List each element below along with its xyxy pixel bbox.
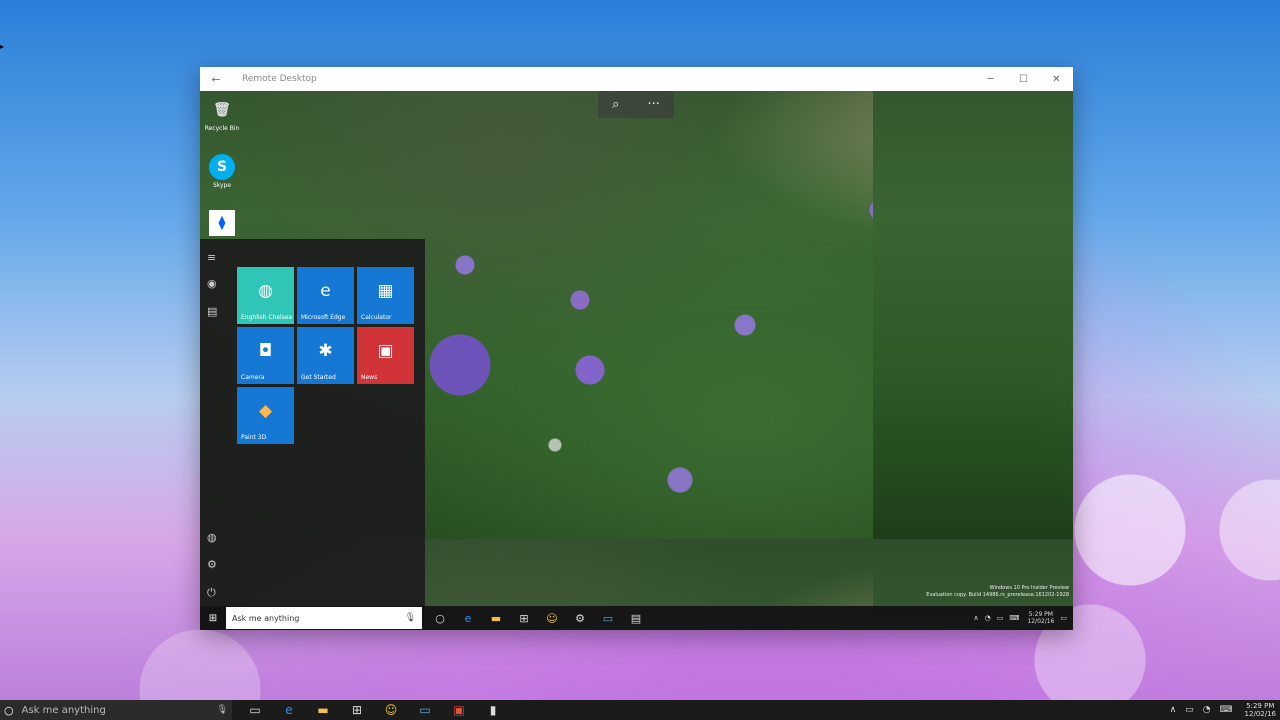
tile-label: Microsoft Edge bbox=[301, 314, 346, 321]
globe-tile-icon: ◍ bbox=[258, 281, 273, 301]
microphone-icon[interactable]: 🎙 bbox=[405, 613, 416, 623]
host-taskbar: ○ Ask me anything 🎙 ▭ e ▬ ⊞ ☺ ▭ ▣ ▮ ∧ ▭ … bbox=[0, 700, 1280, 720]
store-icon[interactable]: ⊞ bbox=[510, 612, 538, 625]
all-apps-icon[interactable]: ▤ bbox=[207, 305, 217, 318]
tile-enghlish-chelsea[interactable]: ◍ Enghlish Chelsea bbox=[237, 267, 294, 324]
volume-icon[interactable]: ▭ bbox=[997, 614, 1004, 622]
desktop-icon-label: Recycle Bin bbox=[204, 125, 240, 132]
edge-icon[interactable]: e bbox=[272, 703, 306, 717]
emoji-app-icon[interactable]: ☺ bbox=[374, 703, 408, 717]
desktop-icon-label: Skype bbox=[212, 182, 232, 189]
user-avatar-icon[interactable]: ◉ bbox=[207, 277, 217, 290]
remote-search-box[interactable]: Ask me anything 🎙 bbox=[226, 607, 422, 629]
power-icon[interactable]: ⏻ bbox=[207, 586, 216, 600]
remote-desktop-icon[interactable]: ▭ bbox=[594, 612, 622, 625]
camera-icon: ◘ bbox=[258, 341, 273, 361]
tile-microsoft-edge[interactable]: e Microsoft Edge bbox=[297, 267, 354, 324]
skype-icon: S bbox=[209, 154, 235, 180]
task-view-icon[interactable]: ○ bbox=[426, 612, 454, 625]
app-icon[interactable]: ▣ bbox=[442, 703, 476, 717]
start-menu-rail: ≡ ◉ ▤ ◍ ⚙ ⏻ bbox=[200, 239, 228, 630]
keyboard-icon[interactable]: ⌨ bbox=[1009, 614, 1019, 622]
tray-chevron-icon[interactable]: ∧ bbox=[973, 614, 978, 622]
file-explorer-icon[interactable]: ▬ bbox=[306, 703, 340, 717]
desktop-icon-recycle-bin[interactable]: 🗑 Recycle Bin bbox=[202, 97, 242, 132]
remote-clock[interactable]: 5:29 PM 12/02/16 bbox=[1027, 611, 1054, 625]
search-input[interactable]: Ask me anything bbox=[232, 614, 405, 623]
remote-system-tray: ∧ ◔ ▭ ⌨ 5:29 PM 12/02/16 ▭ bbox=[967, 611, 1073, 625]
desktop-icon-dropbox[interactable]: ⧫ bbox=[202, 210, 242, 236]
clock-date: 12/02/16 bbox=[1027, 618, 1055, 625]
maximize-button[interactable]: ☐ bbox=[1007, 74, 1040, 85]
keyboard-icon[interactable]: ⌨ bbox=[1220, 705, 1233, 715]
window-titlebar: ← Remote Desktop ─ ☐ ✕ bbox=[200, 67, 1073, 91]
tile-get-started[interactable]: ✱ Get Started bbox=[297, 327, 354, 384]
more-icon[interactable]: ··· bbox=[648, 97, 660, 112]
edge-icon[interactable]: e bbox=[454, 612, 482, 625]
tile-calculator[interactable]: ▦ Calculator bbox=[357, 267, 414, 324]
clock-date: 12/02/16 bbox=[1244, 710, 1276, 718]
mouse-cursor-icon: ▸ bbox=[0, 42, 5, 51]
tile-camera[interactable]: ◘ Camera bbox=[237, 327, 294, 384]
tile-label: Camera bbox=[241, 374, 265, 381]
command-prompt-icon[interactable]: ▮ bbox=[476, 703, 510, 717]
tile-news[interactable]: ▣ News bbox=[357, 327, 414, 384]
store-icon[interactable]: ⊞ bbox=[340, 703, 374, 717]
notification-icon[interactable]: ▭ bbox=[1060, 614, 1067, 622]
settings-gear-icon[interactable]: ⚙ bbox=[207, 558, 217, 571]
host-clock[interactable]: 5:29 PM 12/02/16 bbox=[1245, 702, 1276, 718]
paint3d-icon: ◆ bbox=[258, 401, 273, 421]
app-icon[interactable]: ▤ bbox=[622, 612, 650, 625]
close-button[interactable]: ✕ bbox=[1040, 74, 1073, 85]
clock-time: 5:29 PM bbox=[1028, 610, 1053, 618]
cortana-icon[interactable]: ○ bbox=[4, 704, 14, 717]
tray-chevron-icon[interactable]: ∧ bbox=[1170, 705, 1177, 715]
window-title: Remote Desktop bbox=[242, 74, 317, 84]
remote-desktop-session[interactable]: ⌕ ··· 🗑 Recycle Bin S Skype ⧫ ≡ ◉ ▤ ◍ ⚙ … bbox=[200, 91, 1073, 630]
hamburger-menu-icon[interactable]: ≡ bbox=[207, 251, 216, 264]
calculator-icon: ▦ bbox=[377, 281, 394, 301]
volume-icon[interactable]: ◔ bbox=[1203, 705, 1211, 715]
dropbox-icon: ⧫ bbox=[209, 210, 235, 236]
microphone-icon[interactable]: 🎙 bbox=[217, 705, 228, 715]
host-taskbar-apps: ▭ e ▬ ⊞ ☺ ▭ ▣ ▮ bbox=[238, 703, 510, 717]
windows-start-icon[interactable]: ⊞ bbox=[200, 613, 226, 624]
watermark-line: Windows 10 Pro Insider Preview bbox=[989, 585, 1069, 591]
remote-taskbar-apps: ○ e ▬ ⊞ ☺ ⚙ ▭ ▤ bbox=[426, 612, 650, 625]
task-view-icon[interactable]: ▭ bbox=[238, 703, 272, 717]
host-search-box[interactable]: ○ Ask me anything 🎙 bbox=[0, 700, 232, 720]
zoom-icon[interactable]: ⌕ bbox=[612, 97, 619, 112]
lightbulb-icon: ✱ bbox=[318, 341, 333, 361]
news-icon: ▣ bbox=[377, 341, 394, 361]
watermark-line: Evaluation copy. Build 14986.rs_prerelea… bbox=[926, 592, 1069, 598]
recycle-bin-icon: 🗑 bbox=[213, 102, 231, 118]
minimize-button[interactable]: ─ bbox=[974, 74, 1007, 85]
globe-icon[interactable]: ◍ bbox=[207, 531, 217, 544]
back-arrow-icon[interactable]: ← bbox=[200, 73, 232, 86]
tile-label: Enghlish Chelsea bbox=[241, 314, 293, 321]
tile-label: Paint 3D bbox=[241, 434, 267, 441]
remote-toolbar: ⌕ ··· bbox=[598, 91, 674, 118]
battery-icon[interactable]: ▭ bbox=[1185, 705, 1194, 715]
remote-taskbar: ⊞ Ask me anything 🎙 ○ e ▬ ⊞ ☺ ⚙ ▭ ▤ ∧ ◔ … bbox=[200, 606, 1073, 630]
network-icon[interactable]: ◔ bbox=[985, 614, 991, 622]
search-input[interactable]: Ask me anything bbox=[22, 705, 217, 716]
build-watermark: Windows 10 Pro Insider Preview Evaluatio… bbox=[926, 585, 1069, 599]
start-menu: ≡ ◉ ▤ ◍ ⚙ ⏻ ◍ Enghlish Chelsea e Microso… bbox=[200, 239, 425, 630]
emoji-app-icon[interactable]: ☺ bbox=[538, 612, 566, 625]
file-explorer-icon[interactable]: ▬ bbox=[482, 612, 510, 625]
window-controls: ─ ☐ ✕ bbox=[974, 74, 1073, 85]
clock-time: 5:29 PM bbox=[1246, 701, 1275, 710]
remote-desktop-window: ← Remote Desktop ─ ☐ ✕ ⌕ ··· 🗑 Recycle B… bbox=[200, 67, 1073, 630]
host-system-tray: ∧ ▭ ◔ ⌨ 5:29 PM 12/02/16 bbox=[1161, 702, 1280, 718]
tile-label: Get Started bbox=[301, 374, 336, 381]
desktop-icon-skype[interactable]: S Skype bbox=[202, 154, 242, 189]
remote-desktop-icon[interactable]: ▭ bbox=[408, 703, 442, 717]
tile-paint-3d[interactable]: ◆ Paint 3D bbox=[237, 387, 294, 444]
edge-icon: e bbox=[320, 281, 331, 301]
tile-label: Calculator bbox=[361, 314, 392, 321]
settings-gear-icon[interactable]: ⚙ bbox=[566, 612, 594, 625]
tile-label: News bbox=[361, 374, 378, 381]
